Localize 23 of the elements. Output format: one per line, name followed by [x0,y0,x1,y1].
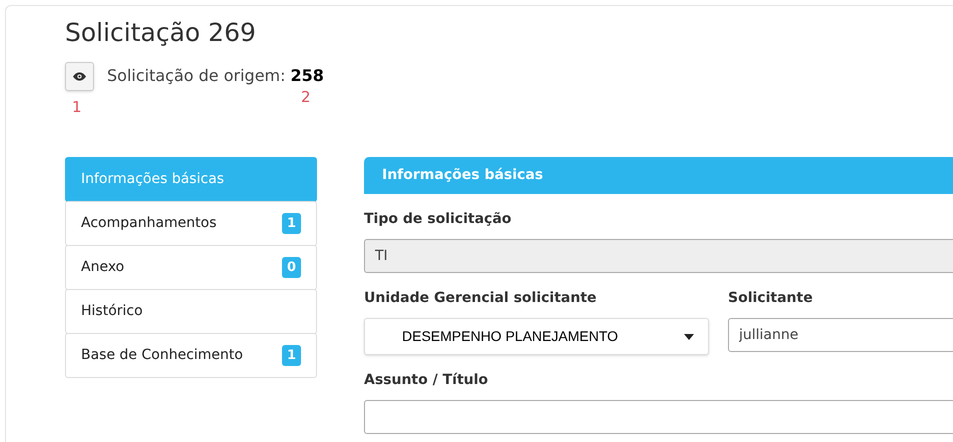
count-badge: 1 [282,213,301,234]
view-button[interactable] [65,62,94,90]
eye-icon [73,72,86,80]
origin-label: Solicitação de origem: [107,65,286,87]
field-label: Unidade Gerencial solicitante [364,289,598,308]
page-title: Solicitação 269 [65,18,257,48]
annotation-number: 2 [301,87,311,108]
caret-icon [684,334,694,340]
field-label: Assunto / Título [364,371,490,390]
input-field[interactable] [364,400,953,434]
sidebar-item[interactable]: Acompanhamentos 1 [65,201,317,246]
origin-number: 258 [290,65,324,87]
input-field[interactable]: jullianne [728,318,953,352]
field-label: Tipo de solicitação [364,210,512,229]
annotation-number: 1 [72,97,82,118]
count-badge: 1 [282,345,301,366]
sidebar-item[interactable]: Anexo 0 [65,245,317,290]
select-field[interactable]: DESEMPENHO PLANEJAMENTO [364,318,709,355]
sidebar-item[interactable]: Histórico [65,289,317,334]
sidebar-item[interactable]: Base de Conhecimento 1 [65,333,317,378]
field-label: Solicitante [728,289,814,308]
count-badge: 0 [282,257,301,278]
panel-header: Informações básicas [364,157,953,194]
